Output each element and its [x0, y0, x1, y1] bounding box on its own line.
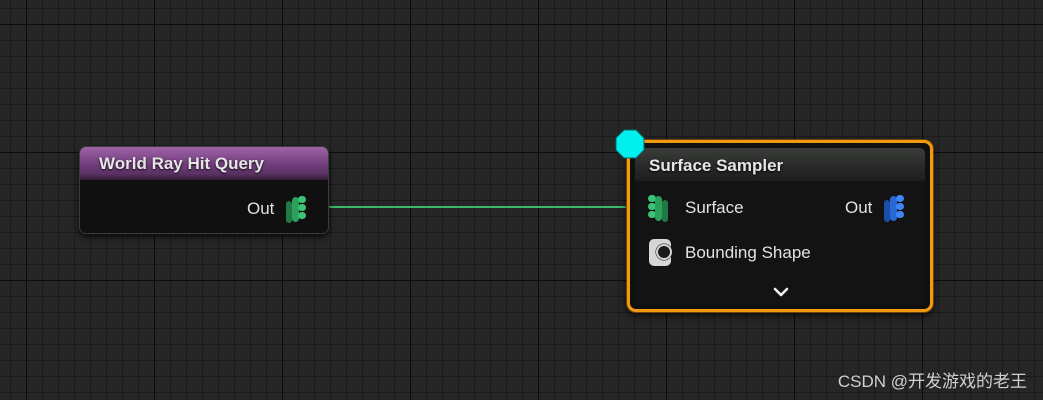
node-title: World Ray Hit Query	[99, 154, 264, 173]
data-stack-pin-icon[interactable]	[285, 194, 311, 224]
surface-pin-label: Surface	[685, 198, 744, 217]
shape-pin-icon[interactable]	[648, 238, 676, 268]
chevron-down-icon[interactable]	[772, 286, 790, 298]
surface-sampler-node[interactable]: Surface Sampler Surface Out Bounding Sha…	[627, 140, 933, 312]
bounding-shape-pin-label: Bounding Shape	[685, 243, 811, 262]
world-ray-hit-query-node[interactable]: World Ray Hit Query Out	[79, 146, 329, 234]
out-pin-label: Out	[845, 198, 873, 217]
node-header[interactable]: World Ray Hit Query	[80, 147, 328, 180]
data-stack-pin-icon[interactable]	[883, 193, 909, 223]
data-stack-pin-icon[interactable]	[647, 193, 673, 223]
node-header[interactable]: Surface Sampler	[635, 148, 925, 181]
entry-point-marker-icon[interactable]	[615, 129, 645, 159]
out-pin-label: Out	[247, 199, 275, 218]
node-title: Surface Sampler	[649, 156, 784, 175]
watermark: CSDN @开发游戏的老王	[837, 372, 1027, 391]
